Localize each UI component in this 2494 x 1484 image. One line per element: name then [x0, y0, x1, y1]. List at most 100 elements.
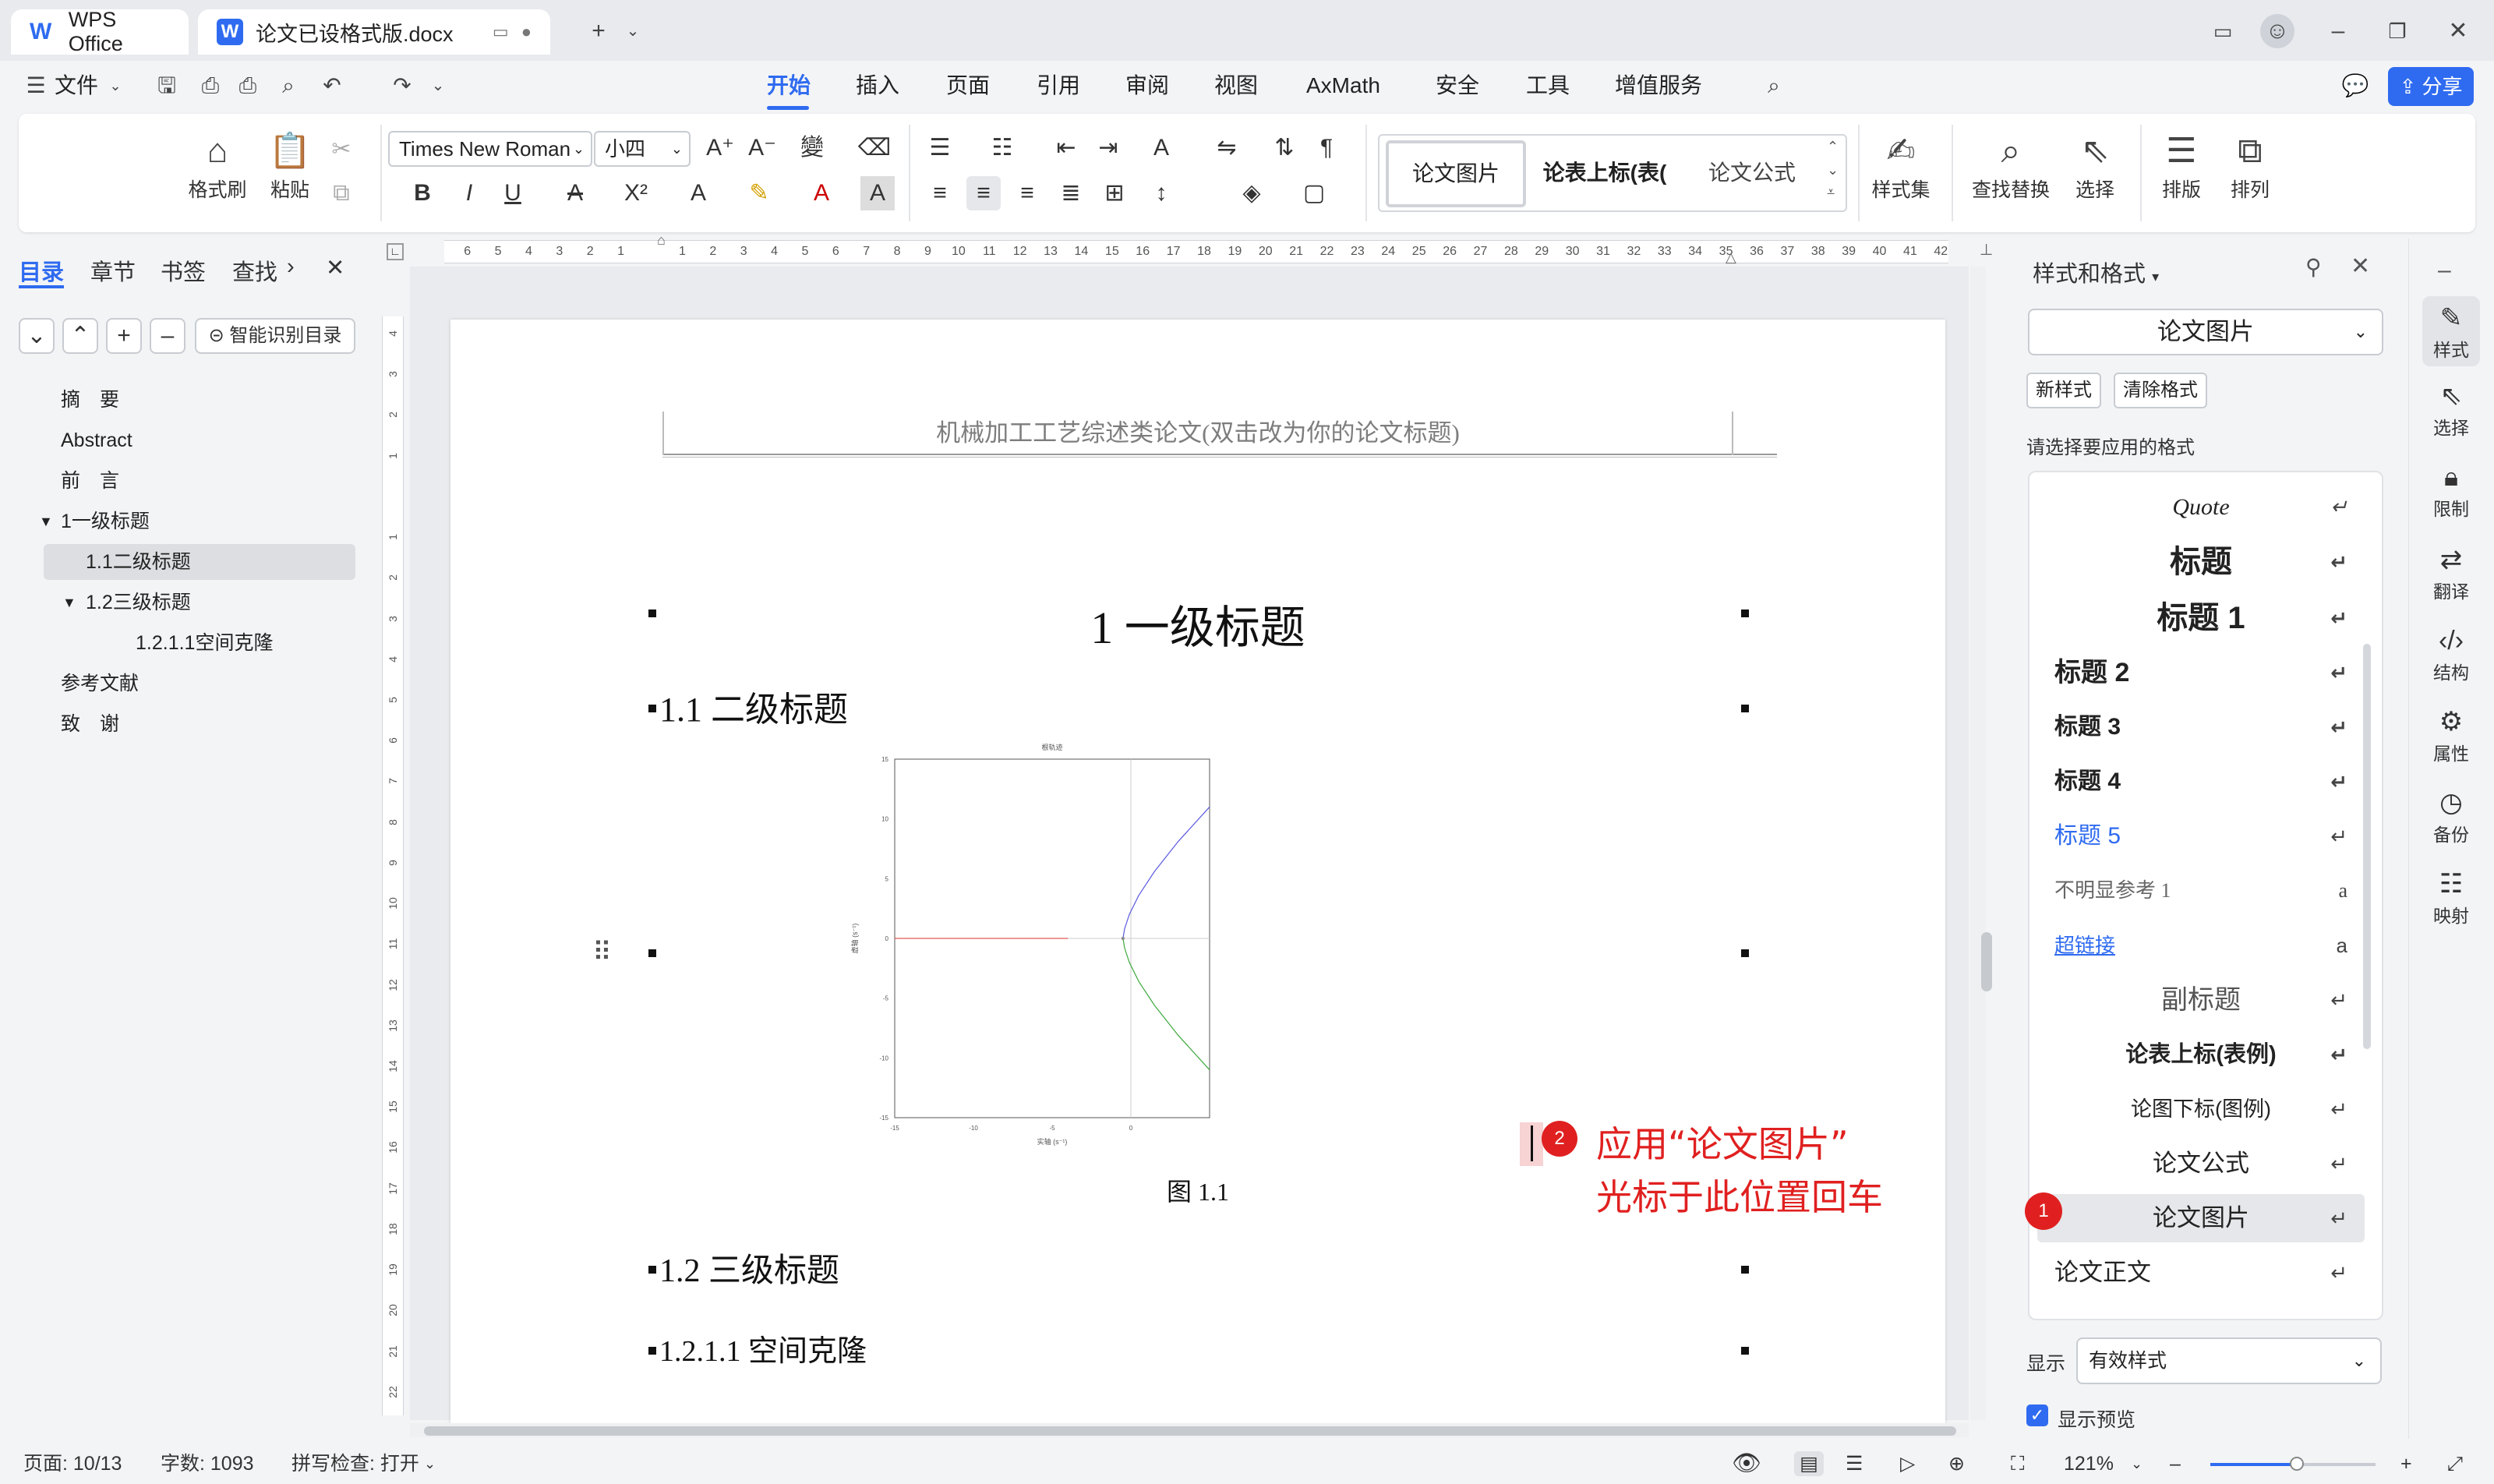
export-pdf-icon[interactable]: ⎙: [195, 70, 226, 101]
text-effect-icon[interactable]: A: [681, 176, 715, 210]
sort-icon[interactable]: ⇅: [1267, 131, 1302, 165]
vertical-scrollbar[interactable]: [1970, 267, 1986, 1420]
paste-button[interactable]: 📋 粘贴: [253, 128, 327, 203]
align-right-icon[interactable]: ≡: [1010, 176, 1044, 210]
toc-item[interactable]: 1.1二级标题: [86, 544, 191, 580]
chevron-right-icon[interactable]: ›: [287, 254, 295, 280]
style-item-heading-3[interactable]: 标题 3 ↵: [2037, 703, 2365, 751]
style-item-quote[interactable]: Quote ↵: [2037, 483, 2365, 532]
convert-icon[interactable]: ⇋: [1210, 131, 1244, 165]
print-icon[interactable]: ⎙: [232, 70, 263, 101]
collapse-all-button[interactable]: ⌄: [19, 318, 55, 354]
web-view-icon[interactable]: ⊕: [1948, 1451, 1965, 1476]
show-filter-select[interactable]: 有效样式 ⌄: [2076, 1337, 2382, 1384]
superscript-icon[interactable]: X²: [619, 176, 653, 210]
eye-icon[interactable]: 👁︎: [1732, 1451, 1761, 1476]
tab-axmath[interactable]: AxMath: [1306, 70, 1380, 101]
increase-indent-icon[interactable]: ⇥: [1091, 131, 1125, 165]
select-button[interactable]: ⇖ 选择: [2059, 128, 2131, 203]
avatar[interactable]: ☺: [2260, 14, 2294, 48]
tab-insert[interactable]: 插入: [856, 70, 899, 101]
strip-properties-button[interactable]: ⚙ 属性: [2422, 705, 2480, 765]
drag-handle-icon[interactable]: ⠿: [592, 937, 612, 968]
gallery-scroll-up-icon[interactable]: ⌃: [1827, 139, 1839, 155]
chevron-down-icon[interactable]: ⌄: [424, 1451, 436, 1476]
tab-tools[interactable]: 工具: [1526, 70, 1570, 101]
gallery-item-formula[interactable]: 论文公式: [1683, 142, 1821, 204]
file-chevron-icon[interactable]: ⌄: [100, 70, 131, 101]
align-center-icon[interactable]: ≡: [966, 176, 1001, 210]
save-icon[interactable]: 🖫: [151, 70, 182, 101]
style-list-scrollbar[interactable]: [2363, 644, 2371, 1049]
tab-value-services[interactable]: 增值服务: [1615, 70, 1702, 101]
close-pane-icon[interactable]: ✕: [2351, 253, 2370, 280]
play-icon[interactable]: ▷: [1900, 1451, 1915, 1476]
style-set-button[interactable]: ✍ 样式集: [1858, 128, 1944, 203]
line-spacing-icon[interactable]: ↕: [1144, 176, 1178, 210]
style-item-heading-1[interactable]: 标题 1 ↵: [2037, 594, 2365, 642]
fullscreen-icon[interactable]: ⤢: [2447, 1451, 2463, 1476]
root-locus-chart[interactable]: 根轨迹实轴 (s⁻¹) 虚轴 (s⁻¹) -15 -10 -5 0 15 10 5 0 -5 -10 -…: [846, 739, 1221, 1160]
zoom-slider-handle[interactable]: [2290, 1457, 2304, 1471]
tab-bookmarks[interactable]: 书签: [161, 254, 206, 287]
underline-icon[interactable]: U: [496, 176, 530, 210]
toc-item[interactable]: 1.2.1.1空间克隆: [136, 625, 273, 661]
expand-triangle-icon[interactable]: ▼: [62, 585, 76, 620]
clear-format-icon[interactable]: ⌫: [857, 131, 892, 165]
tab-page[interactable]: 页面: [946, 70, 990, 101]
file-menu[interactable]: 文件: [55, 70, 98, 101]
close-window-icon[interactable]: ✕: [2441, 14, 2475, 48]
toc-item[interactable]: 致 谢: [61, 706, 119, 742]
layout-button[interactable]: ☰ 排版: [2148, 128, 2215, 203]
chevron-down-icon[interactable]: ⌄: [2131, 1451, 2143, 1476]
phonetic-icon[interactable]: 變: [795, 131, 829, 165]
tab-references[interactable]: 引用: [1037, 70, 1080, 101]
ruler-toggle-icon[interactable]: ⊥: [1980, 240, 1993, 260]
vertical-scroll-thumb[interactable]: [1981, 932, 1992, 991]
zoom-level[interactable]: 121%: [2064, 1451, 2114, 1476]
heading-level-3[interactable]: 1.2 三级标题: [659, 1244, 839, 1291]
menu-hamburger-icon[interactable]: ☰: [20, 70, 51, 101]
bullet-list-icon[interactable]: ☰: [923, 131, 957, 165]
toc-item[interactable]: 参考文献: [61, 666, 139, 701]
remove-heading-button[interactable]: –: [150, 318, 185, 354]
arrange-button[interactable]: ⧉ 排列: [2217, 128, 2284, 203]
first-indent-marker-icon[interactable]: ⌂: [657, 232, 666, 249]
minimize-icon[interactable]: –: [2321, 14, 2355, 48]
new-tab-icon[interactable]: +: [581, 14, 616, 48]
collapse-strip-icon[interactable]: –: [2438, 257, 2451, 284]
style-item-heading-4[interactable]: 标题 4 ↵: [2037, 758, 2365, 806]
show-preview-checkbox[interactable]: ✓: [2026, 1404, 2048, 1426]
toc-item[interactable]: 1一级标题: [61, 504, 150, 539]
style-item-figure-caption[interactable]: 论图下标(图例) ↵: [2037, 1085, 2365, 1133]
gallery-item-paper-figure[interactable]: 论文图片: [1386, 140, 1526, 207]
toc-item[interactable]: Abstract: [61, 422, 132, 458]
shrink-font-icon[interactable]: A⁻: [745, 131, 779, 165]
italic-icon[interactable]: I: [452, 176, 486, 210]
close-pane-icon[interactable]: ✕: [326, 254, 344, 281]
redo-icon[interactable]: ↷: [387, 70, 418, 101]
font-name-select[interactable]: Times New Roman ⌄: [388, 131, 592, 167]
style-item-formula[interactable]: 论文公式 ↵: [2037, 1140, 2365, 1188]
tab-stop-selector[interactable]: ∟: [387, 243, 404, 260]
distribute-icon[interactable]: ⊞: [1097, 176, 1132, 210]
horizontal-scroll-thumb[interactable]: [424, 1426, 1956, 1436]
strip-mapping-button[interactable]: ☷ 映射: [2422, 867, 2480, 928]
numbered-list-icon[interactable]: ☷: [985, 131, 1019, 165]
gallery-expand-icon[interactable]: ⩡: [1827, 184, 1835, 200]
fit-page-icon[interactable]: ⛶: [2011, 1451, 2025, 1476]
smart-toc-button[interactable]: ⊝ 智能识别目录: [195, 318, 355, 354]
clear-format-button[interactable]: 清除格式: [2114, 373, 2207, 408]
zoom-out-icon[interactable]: –: [2170, 1451, 2181, 1476]
undo-icon[interactable]: ↶: [316, 70, 348, 101]
tab-toc[interactable]: 目录: [19, 254, 64, 287]
strip-styles-button[interactable]: ✎ 样式: [2422, 296, 2480, 366]
print-preview-icon[interactable]: ⌕: [273, 70, 304, 101]
zoom-in-icon[interactable]: +: [2400, 1451, 2412, 1476]
current-style-select[interactable]: 论文图片 ⌄: [2028, 309, 2383, 355]
spell-check-toggle[interactable]: 拼写检查: 打开: [291, 1451, 419, 1476]
chat-icon[interactable]: 💬: [2340, 70, 2371, 101]
style-item-body-text[interactable]: 论文正文 ↵: [2037, 1249, 2365, 1297]
heading-level-4[interactable]: 1.2.1.1 空间克隆: [659, 1327, 867, 1369]
styles-pane-title[interactable]: 样式和格式 ▾: [2033, 256, 2159, 288]
